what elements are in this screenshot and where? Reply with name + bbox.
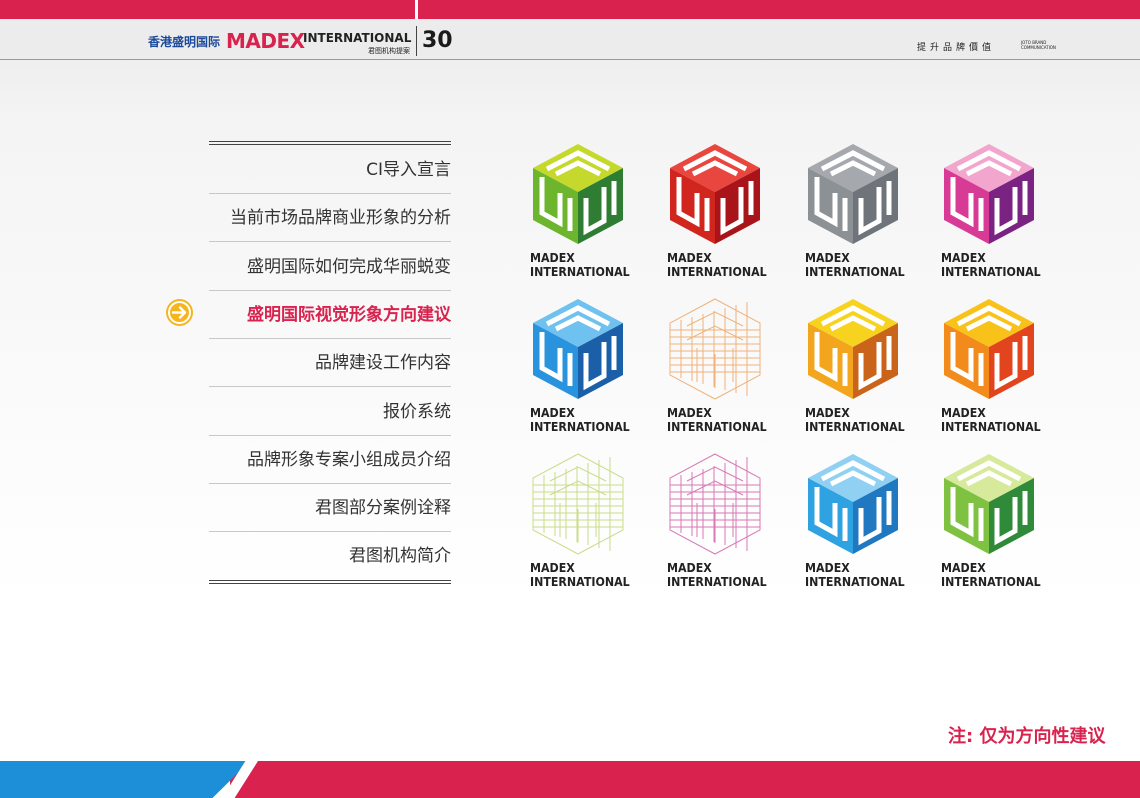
logo-wordmark-line1: MADEX [805,406,850,420]
logo-variant-yellow: MADEX INTERNATIONAL [805,296,905,434]
logo-variant-blue: MADEX INTERNATIONAL [530,296,630,434]
logo-wordmark: MADEX INTERNATIONAL [667,406,767,434]
logo-wordmark: MADEX INTERNATIONAL [667,251,767,279]
logo-wordmark-line1: MADEX [941,561,986,575]
logo-variant-red: MADEX INTERNATIONAL [667,141,767,279]
logo-wordmark-line1: MADEX [530,561,575,575]
menu-item-3[interactable]: 盛明国际如何完成华丽蜕变 [209,243,451,291]
top-bar-notch [415,0,418,19]
logo-variant-gray: MADEX INTERNATIONAL [805,141,905,279]
logo-wordmark: MADEX INTERNATIONAL [941,406,1041,434]
menu-item-4[interactable]: 盛明国际视觉形象方向建议 [209,291,451,339]
logo-wordmark-line2: INTERNATIONAL [530,575,630,589]
logo-wordmark-line1: MADEX [667,406,712,420]
logo-wordmark: MADEX INTERNATIONAL [667,561,767,589]
logo-wordmark-line2: INTERNATIONAL [805,420,905,434]
hexagon-cube-mark-icon [941,451,1041,557]
logo-wordmark-line2: INTERNATIONAL [667,575,767,589]
logo-wordmark-line2: INTERNATIONAL [530,420,630,434]
hexagon-cube-mark-icon [667,451,767,557]
logo-variant-orange-line: MADEX INTERNATIONAL [667,296,767,434]
logo-wordmark-line1: MADEX [530,251,575,265]
logo-wordmark-line2: INTERNATIONAL [805,575,905,589]
logo-wordmark: MADEX INTERNATIONAL [530,251,630,279]
logo-variant-pink: MADEX INTERNATIONAL [941,141,1041,279]
logo-wordmark-line1: MADEX [941,251,986,265]
menu-item-9[interactable]: 君图机构简介 [209,532,451,580]
menu-item-5[interactable]: 品牌建设工作内容 [209,339,451,388]
logo-wordmark-line1: MADEX [667,561,712,575]
logo-wordmark-line1: MADEX [667,251,712,265]
logo-wordmark-line2: INTERNATIONAL [530,265,630,279]
direction-note: 注: 仅为方向性建议 [948,726,1106,747]
hexagon-cube-mark-icon [805,296,905,402]
logo-wordmark-line2: INTERNATIONAL [941,575,1041,589]
logo-variant-magenta-line: MADEX INTERNATIONAL [667,451,767,589]
hexagon-cube-mark-icon [941,296,1041,402]
logo-wordmark-line1: MADEX [805,251,850,265]
menu-item-7[interactable]: 品牌形象专案小组成员介绍 [209,436,451,484]
hexagon-cube-mark-icon [667,141,767,247]
logo-wordmark: MADEX INTERNATIONAL [805,561,905,589]
logo-wordmark-line2: INTERNATIONAL [941,265,1041,279]
top-accent-bar [0,0,1140,19]
menu-bottom-rule [209,580,451,584]
hexagon-cube-mark-icon [530,141,630,247]
logo-wordmark-line2: INTERNATIONAL [667,265,767,279]
logo-wordmark-line1: MADEX [941,406,986,420]
logo-variant-green: MADEX INTERNATIONAL [530,141,630,279]
logo-wordmark-line2: INTERNATIONAL [805,265,905,279]
logo-variant-sky: MADEX INTERNATIONAL [805,451,905,589]
active-arrow-icon [166,299,193,326]
footer-red-band [230,761,1140,798]
menu-item-2[interactable]: 当前市场品牌商业形象的分析 [209,194,451,243]
logo-wordmark-line2: INTERNATIONAL [941,420,1041,434]
logo-variant-lime-line: MADEX INTERNATIONAL [530,451,630,589]
tagline-english: JOTO BRAND COMMUNICATION [1021,40,1056,50]
logo-wordmark: MADEX INTERNATIONAL [941,561,1041,589]
logo-wordmark: MADEX INTERNATIONAL [530,406,630,434]
menu-item-6[interactable]: 报价系统 [209,388,451,436]
hexagon-cube-mark-icon [667,296,767,402]
logo-variant-orange: MADEX INTERNATIONAL [941,296,1041,434]
footer-blue-band [0,761,250,798]
logo-wordmark-line2: INTERNATIONAL [667,420,767,434]
hexagon-cube-mark-icon [530,296,630,402]
hexagon-cube-mark-icon [530,451,630,557]
menu-item-1[interactable]: CI导入宣言 [209,146,451,194]
brand-subtitle: 君图机构提案 [368,47,410,55]
logo-wordmark: MADEX INTERNATIONAL [530,561,630,589]
menu-top-rule [209,141,451,145]
brand-madex-wordmark: MADEX [226,29,305,53]
logo-wordmark: MADEX INTERNATIONAL [941,251,1041,279]
hexagon-cube-mark-icon [941,141,1041,247]
hexagon-cube-mark-icon [805,451,905,557]
tagline: 提升品牌價值 [917,43,996,53]
menu-item-8[interactable]: 君图部分案例诠释 [209,484,451,533]
logo-wordmark: MADEX INTERNATIONAL [805,251,905,279]
page-number: 30 [422,28,453,53]
logo-wordmark: MADEX INTERNATIONAL [805,406,905,434]
brand-international-wordmark: INTERNATIONAL [303,31,412,45]
logo-wordmark-line1: MADEX [530,406,575,420]
logo-wordmark-line1: MADEX [805,561,850,575]
brand-chinese-name: 香港盛明国际 [148,35,221,49]
hexagon-cube-mark-icon [805,141,905,247]
header-divider [416,26,417,56]
logo-variant-lime: MADEX INTERNATIONAL [941,451,1041,589]
